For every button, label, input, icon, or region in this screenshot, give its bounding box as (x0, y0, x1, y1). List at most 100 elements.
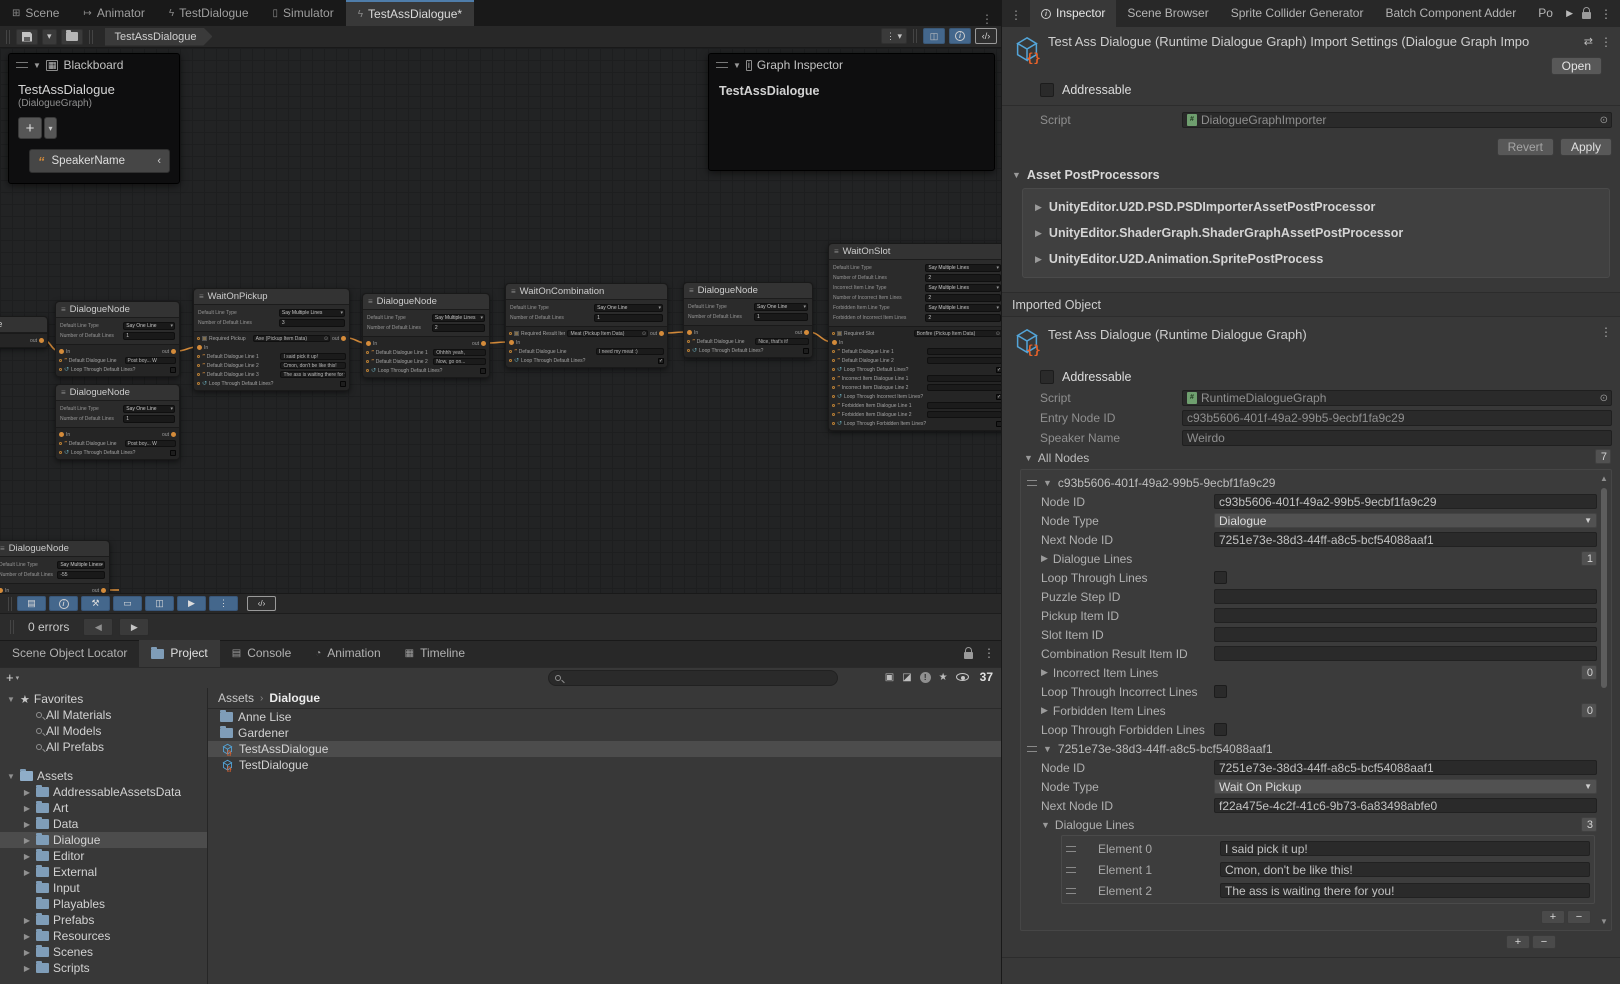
tab-overflow[interactable]: Po (1527, 0, 1564, 27)
input-port[interactable] (0, 588, 3, 593)
loop-checkbox[interactable] (340, 381, 346, 387)
info-toggle-button[interactable]: i (49, 596, 78, 611)
breadcrumb-current-folder[interactable]: Dialogue (269, 691, 320, 705)
tree-item-all-materials[interactable]: All Materials (0, 707, 207, 723)
field-port[interactable] (197, 355, 200, 358)
save-button[interactable] (16, 29, 38, 45)
field-port[interactable] (832, 413, 835, 416)
apply-button[interactable]: Apply (1560, 138, 1612, 156)
property-field[interactable]: 1 (123, 415, 175, 423)
node-title-bar[interactable]: ≡artNode (0, 317, 47, 333)
field-port[interactable] (509, 350, 512, 353)
collapse-arrow-icon[interactable]: ▼ (33, 61, 41, 70)
node-title-bar[interactable]: ≡WaitOnSlot (829, 244, 1001, 260)
search-input[interactable] (548, 670, 838, 686)
tree-item-prefabs[interactable]: ▶Prefabs (0, 912, 207, 928)
unlock-icon[interactable] (964, 652, 973, 659)
tree-expand-icon[interactable]: ▶ (22, 916, 32, 925)
node-collapse-icon[interactable]: ≡ (61, 385, 66, 401)
editor-tab-animator[interactable]: ↦Animator (71, 0, 156, 26)
line-text-field[interactable] (927, 402, 1001, 409)
nodes-list-scrollbar[interactable]: ▲ ▼ (1599, 474, 1609, 926)
line-text-field[interactable] (927, 348, 1001, 355)
tree-item-favorites[interactable]: ▼★Favorites (0, 691, 207, 707)
array-size-field[interactable]: 0 (1581, 665, 1597, 680)
tab-sprite-collider-generator[interactable]: Sprite Collider Generator (1220, 0, 1375, 27)
field-value[interactable] (1214, 646, 1597, 661)
field-value[interactable] (1214, 608, 1597, 623)
open-button[interactable]: Open (1551, 57, 1602, 75)
dialogue-graph-canvas[interactable]: ≡artNodeberNameout≡DialogueNodeDefault L… (0, 48, 1001, 593)
field-port[interactable] (197, 364, 200, 367)
drag-handle-icon[interactable] (1066, 846, 1076, 852)
input-port[interactable] (59, 432, 64, 437)
graph-node-dialogue-3[interactable]: ≡DialogueNodeDefault Line TypeSay One Li… (683, 282, 813, 358)
node-entry-header[interactable]: ▼7251e73e-38d3-44ff-a8c5-bcf54088aaf1 (1021, 739, 1597, 758)
field-value[interactable] (1214, 589, 1597, 604)
script-field[interactable]: # DialogueGraphImporter ⊙ (1182, 112, 1612, 128)
foldout-forbidden-item-lines[interactable]: ▶Forbidden Item Lines0 (1021, 701, 1597, 720)
search-by-label-icon[interactable]: ◪ (902, 672, 911, 683)
property-dropdown[interactable]: Say Multiple Lines▾ (925, 304, 1001, 312)
tab-inspector[interactable]: iInspector (1030, 0, 1116, 27)
graph-breadcrumb[interactable]: TestAssDialogue (105, 28, 213, 46)
property-field[interactable]: 3 (279, 319, 345, 327)
line-text-field[interactable]: Post boy... W (125, 440, 176, 447)
drag-handle-icon[interactable] (1027, 480, 1037, 486)
tree-item-addressableassetsdata[interactable]: ▶AddressableAssetsData (0, 784, 207, 800)
object-picker-icon[interactable]: ⊙ (996, 331, 1000, 337)
tree-item-scripts[interactable]: ▶Scripts (0, 960, 207, 976)
object-picker-icon[interactable]: ⊙ (1600, 393, 1608, 404)
line-text-field[interactable] (927, 375, 1001, 382)
input-port[interactable] (366, 341, 371, 346)
all-nodes-count[interactable]: 7 (1595, 449, 1611, 464)
postprocessor-item[interactable]: ▶UnityEditor.U2D.PSD.PSDImporterAssetPos… (1023, 194, 1609, 220)
graph-node-dialogue-1[interactable]: ≡DialogueNodeDefault Line TypeSay One Li… (55, 301, 180, 377)
field-port[interactable] (832, 368, 835, 371)
property-field[interactable]: 1 (754, 313, 808, 321)
node-title-bar[interactable]: ≡DialogueNode (684, 283, 812, 299)
line-text-field[interactable] (927, 384, 1001, 391)
tree-expand-icon[interactable]: ▶ (22, 964, 32, 973)
drag-handle-icon[interactable] (1066, 867, 1076, 873)
toolbar-drag-handle[interactable] (6, 30, 10, 44)
property-dropdown[interactable]: Say One Line▾ (754, 303, 808, 311)
tree-item-input[interactable]: Input (0, 880, 207, 896)
property-dropdown[interactable]: Say One Line▾ (123, 405, 175, 413)
graph-inspector-header[interactable]: ▼ i Graph Inspector (709, 54, 994, 76)
field-value[interactable]: f22a475e-4c2f-41c6-9b73-6a83498abfe0 (1214, 798, 1597, 813)
loop-checkbox[interactable] (170, 367, 176, 373)
node-collapse-icon[interactable]: ≡ (689, 283, 694, 299)
tree-expand-icon[interactable]: ▶ (22, 836, 32, 845)
line-text-field[interactable]: I need my meat :) (596, 348, 664, 355)
node-collapse-icon[interactable]: ≡ (834, 244, 839, 260)
graph-node-dialogue-2[interactable]: ≡DialogueNodeDefault Line TypeSay Multip… (362, 293, 490, 378)
drag-handle-icon[interactable] (1066, 888, 1076, 894)
editor-tab-testassdialogue[interactable]: ϟTestAssDialogue* (346, 0, 474, 26)
field-port[interactable] (59, 451, 62, 454)
field-value[interactable] (1214, 627, 1597, 642)
element-value[interactable]: I said pick it up! (1220, 841, 1590, 856)
window-toggle-button[interactable]: ▭ (113, 596, 142, 611)
list-toggle-button[interactable]: ▤ (17, 596, 46, 611)
asset-postprocessors-header[interactable]: ▼ Asset PostProcessors (1002, 162, 1620, 186)
code-preview-button[interactable]: ‹/› (975, 28, 997, 44)
editor-tab-simulator[interactable]: ▯Simulator (261, 0, 346, 26)
presets-icon[interactable]: ⇄ (1584, 35, 1593, 49)
bottom-tab-animation[interactable]: ◔Animation (303, 640, 392, 667)
object-field[interactable]: Meat (Pickup Item Data)⊙ (567, 330, 648, 337)
checkbox[interactable] (1214, 685, 1227, 698)
property-dropdown[interactable]: Say Multiple Lines▾ (925, 264, 1001, 272)
field-port[interactable] (197, 373, 200, 376)
checkbox[interactable] (1214, 723, 1227, 736)
tree-item-external[interactable]: ▶External (0, 864, 207, 880)
field-port[interactable] (687, 340, 690, 343)
element-value[interactable]: The ass is waiting there for you! (1220, 883, 1590, 898)
field-port[interactable] (832, 404, 835, 407)
tree-expand-icon[interactable]: ▶ (22, 852, 32, 861)
input-port[interactable] (197, 345, 202, 350)
blackboard-toggle-button[interactable]: ◫ (145, 596, 174, 611)
add-element-button[interactable]: + (1506, 935, 1530, 949)
field-port[interactable] (366, 360, 369, 363)
property-dropdown[interactable]: Say Multiple Lines▾ (925, 284, 1001, 292)
